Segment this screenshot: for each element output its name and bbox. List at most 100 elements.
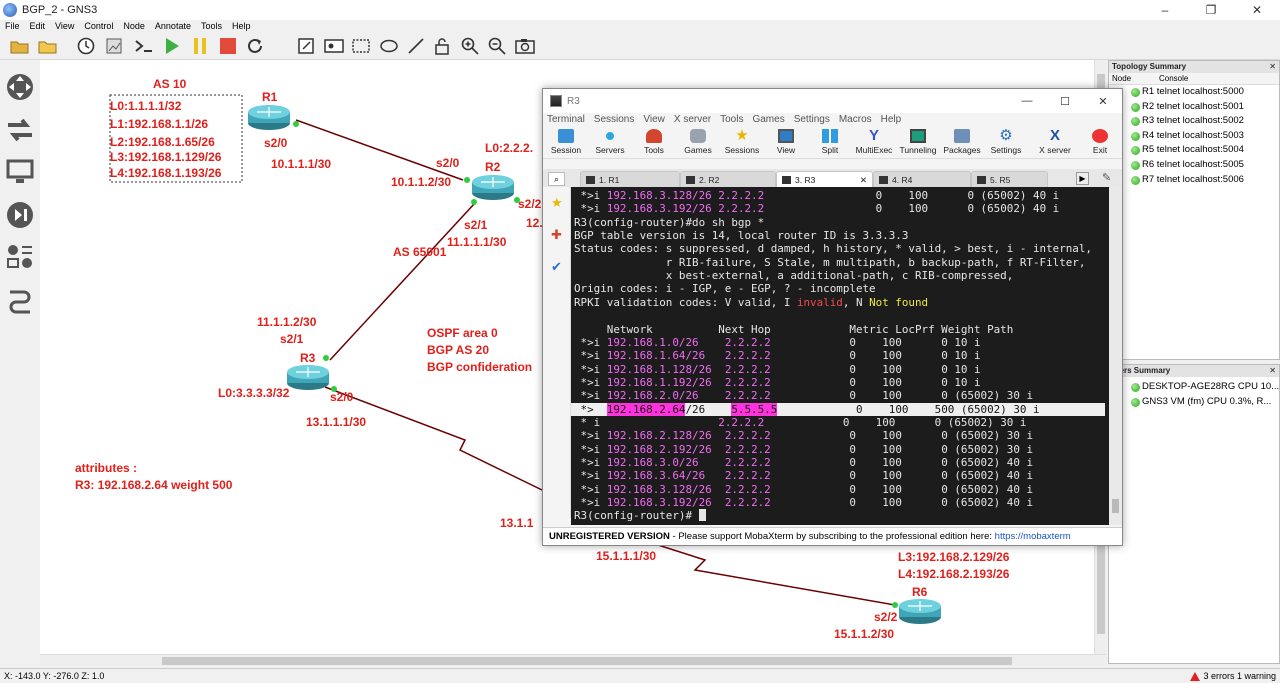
canvas-horizontal-scrollbar[interactable]: [40, 654, 1106, 666]
summary-row-r2[interactable]: R2 telnet localhost:5001: [1109, 100, 1279, 115]
star-icon: ★: [735, 127, 749, 144]
sessions-button[interactable]: ★ Sessions: [720, 127, 764, 159]
routers-icon[interactable]: [5, 115, 35, 145]
tab-r4[interactable]: 4. R4: [873, 171, 971, 187]
minimize-button[interactable]: –: [1142, 0, 1188, 20]
open-folder-icon[interactable]: [10, 36, 30, 56]
terminal-close-button[interactable]: ✕: [1084, 89, 1122, 113]
terminal-maximize-button[interactable]: ☐: [1046, 89, 1084, 113]
tmenu-settings[interactable]: Settings: [790, 113, 835, 127]
menu-file[interactable]: File: [0, 20, 25, 32]
exit-button[interactable]: Exit: [1078, 129, 1122, 159]
summary-row-r7[interactable]: R7 telnet localhost:5006: [1109, 173, 1279, 188]
start-icon[interactable]: [162, 36, 182, 56]
tmenu-games[interactable]: Games: [748, 113, 789, 127]
screenshot-icon[interactable]: [515, 36, 535, 56]
tmenu-macros[interactable]: Macros: [835, 113, 877, 127]
menu-tools[interactable]: Tools: [196, 20, 227, 32]
multiexec-button[interactable]: Y MultiExec: [852, 128, 896, 159]
port-r6-s22: [892, 602, 898, 608]
tmenu-view[interactable]: View: [639, 113, 670, 127]
split-button[interactable]: Split: [808, 129, 852, 159]
terminal-screen[interactable]: *>i 192.168.3.128/26 2.2.2.2 0 100 0 (65…: [571, 187, 1109, 525]
games-button[interactable]: Games: [676, 129, 720, 159]
attach-icon[interactable]: ✎: [1102, 171, 1111, 184]
tab-r1[interactable]: 1. R1: [580, 171, 680, 187]
router-r3[interactable]: [287, 365, 329, 390]
router-r6[interactable]: [899, 599, 941, 624]
menu-node[interactable]: Node: [118, 20, 150, 32]
link-r1-r2[interactable]: [295, 119, 464, 181]
macros-icon[interactable]: ✔: [551, 259, 562, 275]
errors-indicator[interactable]: 3 errors 1 warning: [1190, 669, 1276, 683]
xserver-button[interactable]: XX server: [1033, 127, 1077, 159]
router-r2[interactable]: [472, 175, 514, 200]
close-icon[interactable]: ✕: [1269, 61, 1276, 73]
server-row-vm[interactable]: GNS3 VM (fm) CPU 0.3%, R...: [1109, 395, 1279, 410]
packages-button[interactable]: Packages: [940, 129, 984, 159]
maximize-button[interactable]: ❐: [1188, 0, 1234, 20]
tmenu-tools[interactable]: Tools: [716, 113, 748, 127]
pause-icon[interactable]: [190, 36, 210, 56]
tab-scroll-right-icon[interactable]: ▶: [1076, 172, 1089, 185]
summary-row-r5[interactable]: R5 telnet localhost:5004: [1109, 143, 1279, 158]
menu-annotate[interactable]: Annotate: [150, 20, 196, 32]
settings-button[interactable]: ⚙ Settings: [984, 128, 1028, 159]
terminal-prompt[interactable]: R3(config-router)#: [574, 509, 706, 522]
summary-row-r3[interactable]: R3 telnet localhost:5002: [1109, 114, 1279, 129]
summary-row-r1[interactable]: R1 telnet localhost:5000: [1109, 85, 1279, 100]
view-button[interactable]: View: [764, 129, 808, 159]
zoom-out-icon[interactable]: [487, 36, 507, 56]
tmenu-xserver[interactable]: X server: [670, 113, 716, 127]
tab-r3[interactable]: 3. R3 ✕: [776, 171, 873, 187]
clock-icon[interactable]: [76, 36, 96, 56]
lock-icon[interactable]: [432, 36, 452, 56]
link-r3-r5[interactable]: [324, 386, 543, 491]
end-devices-icon[interactable]: [5, 157, 35, 187]
console-icon[interactable]: [134, 36, 154, 56]
xserver-icon: X: [1049, 127, 1060, 144]
tunneling-button[interactable]: Tunneling: [896, 129, 940, 159]
move-icon[interactable]: [5, 72, 35, 102]
tab-r5[interactable]: 5. R5: [971, 171, 1048, 187]
all-devices-icon[interactable]: [5, 242, 35, 272]
menu-control[interactable]: Control: [79, 20, 118, 32]
ellipse-icon[interactable]: [379, 36, 399, 56]
security-icon[interactable]: [5, 200, 35, 230]
link-icon[interactable]: [5, 285, 35, 315]
menu-view[interactable]: View: [50, 20, 79, 32]
stop-icon[interactable]: [218, 36, 238, 56]
tmenu-help[interactable]: Help: [877, 113, 907, 127]
summary-row-r4[interactable]: R4 telnet localhost:5003: [1109, 129, 1279, 144]
reload-icon[interactable]: [245, 36, 265, 56]
router-r1[interactable]: [248, 105, 290, 130]
menu-help[interactable]: Help: [227, 20, 256, 32]
zoom-in-icon[interactable]: [460, 36, 480, 56]
star-icon[interactable]: ★: [551, 195, 563, 211]
terminal-scrollbar[interactable]: [1109, 187, 1122, 525]
search-icon[interactable]: ⌕: [548, 172, 565, 186]
line-icon[interactable]: [406, 36, 426, 56]
tools-button[interactable]: Tools: [632, 129, 676, 159]
close-button[interactable]: ✕: [1234, 0, 1280, 20]
terminal-menu-bar: Terminal Sessions View X server Tools Ga…: [543, 113, 1122, 127]
servers-button[interactable]: Servers: [588, 129, 632, 159]
tab-r2[interactable]: 2. R2: [680, 171, 776, 187]
rectangle-icon[interactable]: [351, 36, 371, 56]
note-icon[interactable]: [296, 36, 316, 56]
session-button[interactable]: Session: [544, 129, 588, 159]
server-row-local[interactable]: DESKTOP-AGE28RG CPU 10...: [1109, 380, 1279, 395]
folder-icon[interactable]: [38, 36, 58, 56]
snapshot-icon[interactable]: [104, 36, 124, 56]
menu-edit[interactable]: Edit: [25, 20, 51, 32]
terminal-status-bar: UNREGISTERED VERSION - Please support Mo…: [543, 527, 1122, 545]
tmenu-sessions[interactable]: Sessions: [590, 113, 640, 127]
close-icon[interactable]: ✕: [1269, 365, 1276, 377]
subscribe-link[interactable]: https://mobaxterm: [995, 531, 1071, 542]
tab-close-icon[interactable]: ✕: [860, 172, 867, 188]
image-icon[interactable]: [324, 36, 344, 56]
tmenu-terminal[interactable]: Terminal: [543, 113, 590, 127]
summary-row-r6[interactable]: R6 telnet localhost:5005: [1109, 158, 1279, 173]
terminal-minimize-button[interactable]: —: [1008, 89, 1046, 113]
tools-icon[interactable]: ✚: [551, 227, 562, 243]
